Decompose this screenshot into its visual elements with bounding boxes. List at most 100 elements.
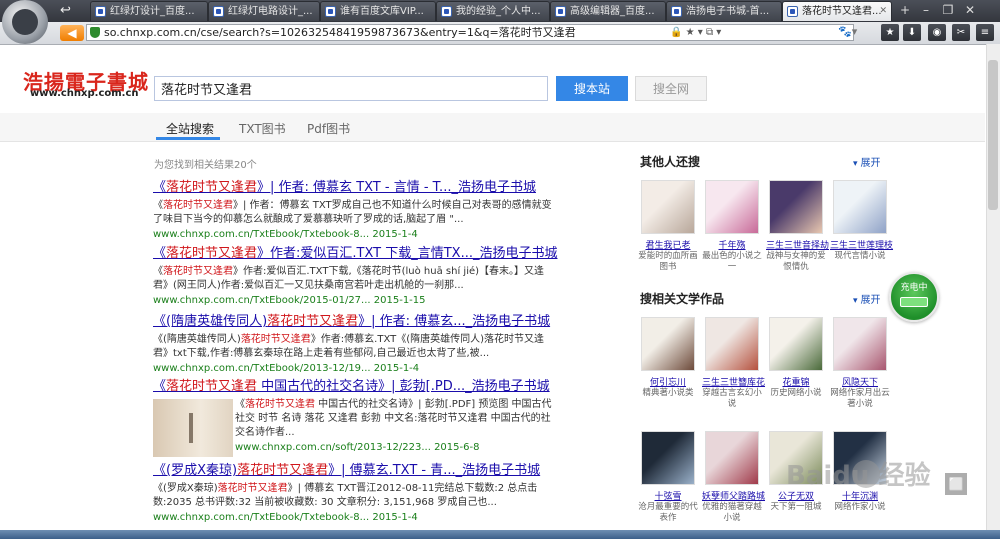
search-engine-icon[interactable]: 🐾▾ xyxy=(838,25,857,38)
result-title-link[interactable]: 《落花时节又逢君》作者:爱似百汇.TXT 下载_言情TX..._浩扬电子书城 xyxy=(153,246,557,262)
book-card[interactable]: 千年殇 最出色的小说之一 xyxy=(702,180,762,273)
expand-link[interactable]: ▾ 展开 xyxy=(853,154,881,169)
back-to-top-icon[interactable]: ⬜ xyxy=(945,473,967,495)
back-button[interactable]: ◀ xyxy=(60,25,84,41)
book-desc: 网络作家小说 xyxy=(834,502,886,512)
browser-tab[interactable]: 我的经验_个人中... xyxy=(436,1,550,21)
battery-icon xyxy=(900,297,928,307)
tab-pdf[interactable]: Pdf图书 xyxy=(307,120,350,137)
tools-icon[interactable]: ✂ xyxy=(952,24,970,41)
book-cover[interactable] xyxy=(705,431,759,485)
browser-tab[interactable]: 红绿灯设计_百度... xyxy=(90,1,208,21)
book-title-link[interactable]: 风隐天下 xyxy=(830,375,890,388)
browser-tab[interactable]: 谁有百度文库VIP... xyxy=(320,1,436,21)
book-title-link[interactable]: 十弦雪 xyxy=(638,489,698,502)
search-result: 《落花时节又逢君 中国古代的社交名诗》| 彭勃[.PD..._浩扬电子书城 《落花… xyxy=(153,379,553,457)
browser-tab[interactable]: 红绿灯电路设计_... xyxy=(208,1,320,21)
tab-all[interactable]: 全站搜索 xyxy=(166,120,214,137)
book-cover[interactable] xyxy=(769,317,823,371)
result-url[interactable]: www.chnxp.com.cn/soft/2013-12/223... 201… xyxy=(235,441,553,455)
title-part: 》作者:爱似百汇.TXT 下载_言情TX..._浩扬电子书城 xyxy=(257,246,558,261)
scrollbar-thumb[interactable] xyxy=(988,60,998,210)
browser-tab[interactable]: 浩扬电子书城-首... xyxy=(666,1,782,21)
book-card[interactable]: 风隐天下 网络作家月出云著小说 xyxy=(830,317,890,410)
menu-icon[interactable]: ≡ xyxy=(976,24,994,41)
title-highlight: 落花时节又逢君 xyxy=(267,314,359,329)
book-title-link[interactable]: 何引忘川 xyxy=(638,375,698,388)
expand-link[interactable]: ▾ 展开 xyxy=(853,291,881,306)
book-title-link[interactable]: 三生三世音择劫 xyxy=(766,238,829,251)
url-text[interactable]: so.chnxp.com.cn/cse/search?s=10263254841… xyxy=(104,25,576,40)
book-cover[interactable] xyxy=(705,317,759,371)
book-title-link[interactable]: 三生三世莲理枝 xyxy=(830,238,893,251)
search-web-button[interactable]: 搜全网 xyxy=(635,76,707,101)
search-result: 《落花时节又逢君》| 作者: 傅慕玄 TXT - 言情 - T..._浩扬电子书… xyxy=(153,180,553,242)
download-icon[interactable]: ⬇ xyxy=(903,24,921,41)
result-snippet: 《落花时节又逢君 中国古代的社交名诗》| 彭勃[.PDF] 预览图 中国古代社交… xyxy=(235,398,553,440)
book-card[interactable]: 三生三世莲理枝 现代言情小说 xyxy=(830,180,893,262)
book-card[interactable]: 何引忘川 精典著小说类 xyxy=(638,317,698,399)
title-highlight: 落花时节又逢君 xyxy=(166,379,258,394)
undo-close-tab-icon[interactable]: ↩ xyxy=(60,3,71,18)
book-card[interactable]: 君生我已老 爱能时的血所画图书 xyxy=(638,180,698,273)
charging-label: 充电中 xyxy=(900,283,928,293)
favorites-icon[interactable]: ★ xyxy=(881,24,899,41)
book-desc: 最出色的小说之一 xyxy=(702,251,762,272)
close-window-icon[interactable]: ✕ xyxy=(962,2,978,18)
result-thumbnail[interactable] xyxy=(153,399,233,457)
search-result: 《落花时节又逢君》作者:爱似百汇.TXT 下载_言情TX..._浩扬电子书城《落… xyxy=(153,246,557,308)
close-tab-icon[interactable]: ✕ xyxy=(879,2,887,21)
book-card[interactable]: 十弦雪 沧月最重要的代表作 xyxy=(638,431,698,524)
book-cover[interactable] xyxy=(641,431,695,485)
new-tab-icon[interactable]: + xyxy=(897,2,913,18)
book-title-link[interactable]: 三生三世簪库花 xyxy=(702,375,765,388)
charging-widget[interactable]: 充电中 xyxy=(889,272,939,322)
result-title-link[interactable]: 《落花时节又逢君》| 作者: 傅慕玄 TXT - 言情 - T..._浩扬电子书… xyxy=(153,180,553,196)
result-url[interactable]: www.chnxp.com.cn/TxtEbook/Txtebook-8... … xyxy=(153,228,553,242)
book-cover[interactable] xyxy=(641,317,695,371)
minimize-icon[interactable]: – xyxy=(918,2,934,18)
tab-txt[interactable]: TXT图书 xyxy=(239,120,286,137)
baidu-watermark: Baidu 经验 xyxy=(786,461,931,491)
book-desc: 精典著小说类 xyxy=(642,388,694,398)
expand-label: 展开 xyxy=(860,295,881,306)
sidebar-section-title: 搜相关文学作品 xyxy=(640,292,725,306)
result-url[interactable]: www.chnxp.com.cn/TxtEbook/Txtebook-8... … xyxy=(153,511,553,525)
book-card[interactable]: 三生三世音择劫 战神与女神的爱恨情仇 xyxy=(766,180,829,273)
book-card[interactable]: 三生三世簪库花 穿越古言玄幻小说 xyxy=(702,317,765,410)
tab-label: 浩扬电子书城-首... xyxy=(686,6,770,17)
book-title-link[interactable]: 千年殇 xyxy=(702,238,762,251)
search-input[interactable] xyxy=(154,76,548,101)
result-title-link[interactable]: 《落花时节又逢君 中国古代的社交名诗》| 彭勃[.PD..._浩扬电子书城 xyxy=(153,379,553,395)
maximize-icon[interactable]: ❐ xyxy=(940,2,956,18)
result-snippet: 《(罗成X秦琼)落花时节又逢君》| 傅慕玄 TXT晋江2012-08-11完结总… xyxy=(153,482,553,510)
search-site-button[interactable]: 搜本站 xyxy=(556,76,628,101)
book-cover[interactable] xyxy=(769,180,823,234)
url-action-icons[interactable]: 🔒 ★ ▾ ⧉ ▾ xyxy=(670,25,721,40)
result-url[interactable]: www.chnxp.com.cn/TxtEbook/2015-01/27... … xyxy=(153,294,553,308)
book-cover[interactable] xyxy=(833,317,887,371)
browser-tab[interactable]: 高级编辑器_百度... xyxy=(550,1,666,21)
snippet-part: 《 xyxy=(153,266,163,277)
result-title-link[interactable]: 《(罗成X秦琼)落花时节又逢君》| 傅慕玄.TXT - 青..._浩扬电子书城 xyxy=(153,463,553,479)
book-card[interactable]: 花重锦 历史网络小说 xyxy=(766,317,826,399)
book-title-link[interactable]: 妖孽师父踏路城 xyxy=(702,489,765,502)
os-taskbar xyxy=(0,530,1000,539)
browser-tab[interactable]: 落花时节又逢君... ✕ xyxy=(782,1,892,21)
browser-logo-icon[interactable] xyxy=(2,0,48,44)
tab-label: 高级编辑器_百度... xyxy=(570,6,655,17)
snippet-part: 《 xyxy=(235,399,245,410)
book-cover[interactable] xyxy=(641,180,695,234)
favicon-icon xyxy=(671,6,682,17)
favicon-icon xyxy=(95,6,106,17)
snippet-highlight: 落花时节又逢君 xyxy=(240,334,311,345)
result-url[interactable]: www.chnxp.com.cn/TxtEbook/2013-12/19... … xyxy=(153,362,553,376)
book-cover[interactable] xyxy=(833,180,887,234)
book-title-link[interactable]: 君生我已老 xyxy=(638,238,698,251)
book-title-link[interactable]: 花重锦 xyxy=(766,375,826,388)
result-title-link[interactable]: 《(隋唐英雄传同人)落花时节又逢君》| 作者: 傅慕玄..._浩扬电子书城 xyxy=(153,314,553,330)
book-card[interactable]: 妖孽师父踏路城 优雅的猫著穿越小说 xyxy=(702,431,765,524)
game-icon[interactable]: ◉ xyxy=(928,24,946,41)
result-snippet: 《落花时节又逢君》作者:爱似百汇.TXT下载,《落花时节(luò huā shí… xyxy=(153,265,553,293)
book-cover[interactable] xyxy=(705,180,759,234)
